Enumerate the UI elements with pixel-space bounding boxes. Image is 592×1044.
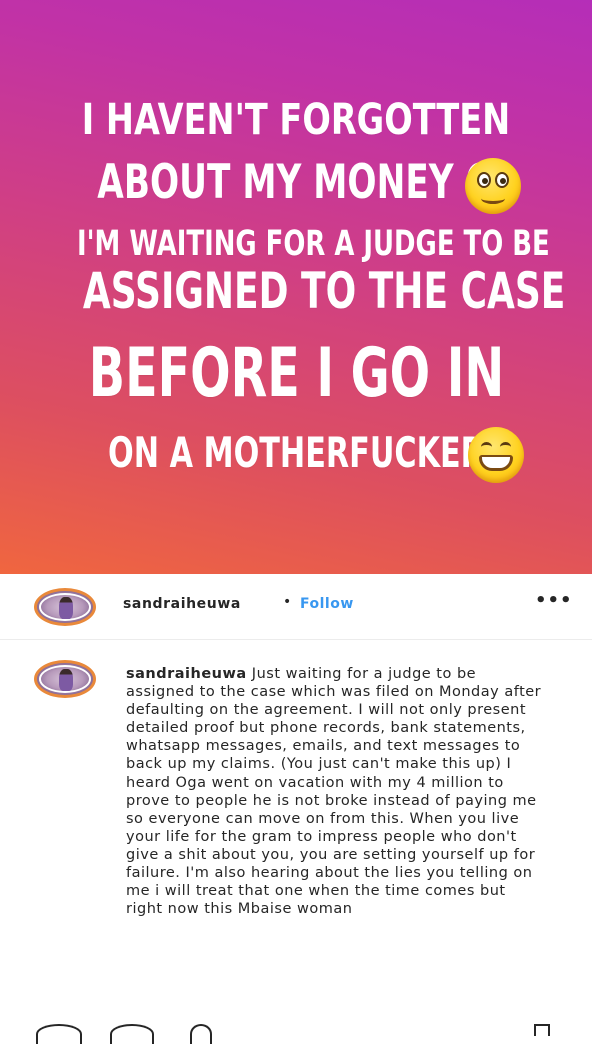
grinning-emoji-icon	[468, 427, 524, 483]
username-link[interactable]: sandraiheuwa	[123, 596, 241, 612]
more-options-icon[interactable]: •••	[535, 590, 573, 611]
share-icon[interactable]	[190, 1024, 212, 1044]
separator-dot: •	[283, 594, 292, 610]
story-image: I HAVEN'T FORGOTTEN ABOUT MY MONEY O I'M…	[0, 0, 592, 574]
action-bar	[0, 1010, 592, 1044]
story-line-4: ASSIGNED TO THE CASE	[82, 261, 566, 320]
caption-avatar[interactable]	[34, 660, 96, 698]
story-line-6: ON A MOTHERFUCKER	[108, 428, 484, 477]
follow-button[interactable]: Follow	[300, 596, 354, 612]
post-header: sandraiheuwa • Follow •••	[0, 574, 592, 640]
caption-username-link[interactable]: sandraiheuwa	[126, 666, 247, 682]
story-line-2: ABOUT MY MONEY O	[97, 155, 495, 210]
bookmark-icon[interactable]	[534, 1024, 550, 1036]
caption-section: sandraiheuwa Just waiting for a judge to…	[0, 640, 592, 1010]
story-line-1: I HAVEN'T FORGOTTEN	[81, 94, 511, 145]
comment-icon[interactable]	[110, 1024, 154, 1044]
caption-body: Just waiting for a judge to be assigned …	[126, 666, 542, 918]
avatar[interactable]	[34, 588, 96, 626]
heart-icon[interactable]	[36, 1024, 82, 1044]
story-line-5: BEFORE I GO IN	[88, 333, 505, 413]
rolling-eyes-emoji-icon	[465, 158, 521, 214]
caption-text: sandraiheuwa Just waiting for a judge to…	[126, 665, 546, 918]
